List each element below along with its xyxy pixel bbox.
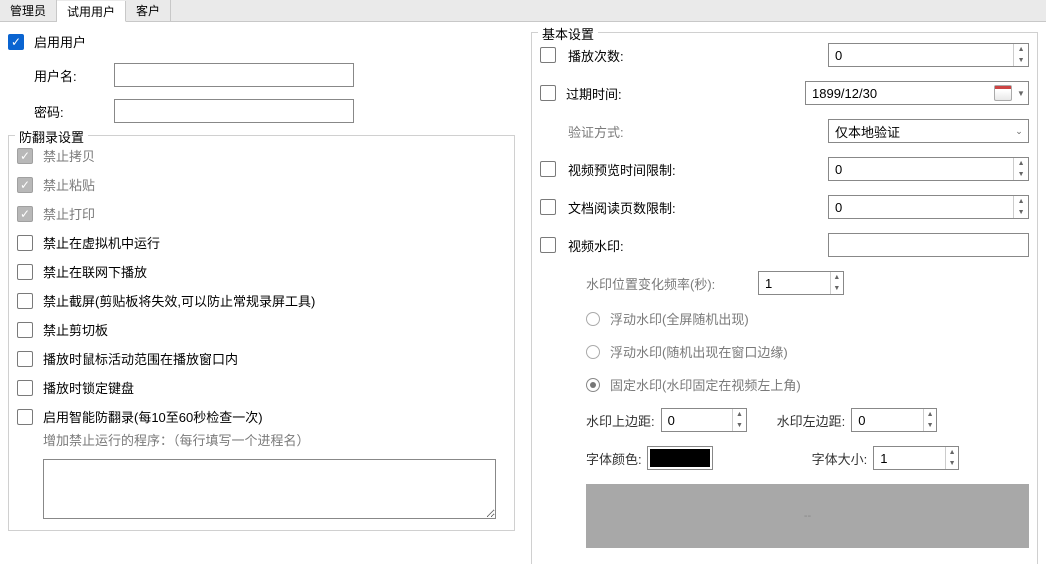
checkbox-enable-user[interactable] bbox=[8, 34, 24, 50]
down-arrow-icon[interactable]: ▼ bbox=[1014, 169, 1028, 180]
checkbox-no-net[interactable] bbox=[17, 264, 33, 280]
checkbox-no-screenshot[interactable] bbox=[17, 293, 33, 309]
input-play-count[interactable] bbox=[829, 44, 1013, 66]
label-no-clipboard: 禁止剪切板 bbox=[43, 320, 108, 339]
radio-float-edge[interactable] bbox=[586, 345, 600, 359]
checkbox-no-vm[interactable] bbox=[17, 235, 33, 251]
input-username[interactable] bbox=[114, 63, 354, 87]
select-verify-value: 仅本地验证 bbox=[835, 122, 900, 141]
label-video-wm: 视频水印: bbox=[568, 236, 828, 255]
fieldset-anti-record: 防翻录设置 禁止拷贝 禁止粘贴 禁止打印 禁止在虚拟机中运行 禁止在联网下播放 … bbox=[8, 135, 515, 531]
radio-fixed[interactable] bbox=[586, 378, 600, 392]
label-float-edge: 浮动水印(随机出现在窗口边缘) bbox=[610, 342, 788, 361]
checkbox-lock-keyboard[interactable] bbox=[17, 380, 33, 396]
color-swatch[interactable] bbox=[648, 447, 712, 469]
up-arrow-icon[interactable]: ▲ bbox=[1014, 196, 1028, 207]
up-arrow-icon[interactable]: ▲ bbox=[733, 409, 745, 420]
label-username: 用户名: bbox=[34, 66, 114, 85]
checkbox-mouse-bound[interactable] bbox=[17, 351, 33, 367]
label-font-color: 字体颜色: bbox=[586, 449, 642, 468]
tab-customer[interactable]: 客户 bbox=[126, 0, 171, 21]
down-arrow-icon[interactable]: ▼ bbox=[946, 458, 958, 469]
down-arrow-icon[interactable]: ▼ bbox=[831, 283, 843, 294]
radio-float-full[interactable] bbox=[586, 312, 600, 326]
label-mouse-bound: 播放时鼠标活动范围在播放窗口内 bbox=[43, 349, 238, 368]
label-preview-limit: 视频预览时间限制: bbox=[568, 160, 828, 179]
chevron-down-icon[interactable]: ▼ bbox=[1014, 89, 1028, 98]
input-doc-pages[interactable] bbox=[829, 196, 1013, 218]
left-panel: 启用用户 用户名: 密码: 防翻录设置 禁止拷贝 禁止粘贴 禁止打印 禁止在虚拟… bbox=[0, 22, 523, 564]
checkbox-no-print bbox=[17, 206, 33, 222]
select-verify[interactable]: 仅本地验证 ⌄ bbox=[828, 119, 1029, 143]
checkbox-smart-anti[interactable] bbox=[17, 409, 33, 425]
textarea-blocked-processes[interactable] bbox=[43, 459, 496, 519]
tab-trial[interactable]: 试用用户 bbox=[57, 1, 126, 22]
input-font-size[interactable] bbox=[874, 447, 945, 469]
input-wm-left[interactable] bbox=[852, 409, 923, 431]
label-wm-top: 水印上边距: bbox=[586, 411, 655, 430]
down-arrow-icon[interactable]: ▼ bbox=[1014, 55, 1028, 66]
right-panel: 基本设置 播放次数: ▲▼ 过期时间: bbox=[523, 22, 1046, 564]
checkbox-preview-limit[interactable] bbox=[540, 161, 556, 177]
spinner-wm-left[interactable]: ▲▼ bbox=[851, 408, 937, 432]
checkbox-no-copy bbox=[17, 148, 33, 164]
input-password[interactable] bbox=[114, 99, 354, 123]
label-enable-user: 启用用户 bbox=[34, 32, 86, 51]
label-verify: 验证方式: bbox=[568, 122, 828, 141]
label-add-proc-hint: 增加禁止运行的程序：（每行填写一个进程名） bbox=[43, 430, 310, 449]
label-float-full: 浮动水印(全屏随机出现) bbox=[610, 309, 749, 328]
label-wm-left: 水印左边距: bbox=[777, 411, 846, 430]
legend-anti-record: 防翻录设置 bbox=[15, 127, 88, 146]
label-doc-pages: 文档阅读页数限制: bbox=[568, 198, 828, 217]
label-no-print: 禁止打印 bbox=[43, 204, 95, 223]
label-no-copy: 禁止拷贝 bbox=[43, 146, 95, 165]
spinner-doc-pages[interactable]: ▲▼ bbox=[828, 195, 1029, 219]
checkbox-no-clipboard[interactable] bbox=[17, 322, 33, 338]
calendar-icon[interactable] bbox=[994, 85, 1012, 101]
input-preview-limit[interactable] bbox=[829, 158, 1013, 180]
label-font-size: 字体大小: bbox=[812, 449, 868, 468]
chevron-down-icon[interactable]: ⌄ bbox=[1010, 126, 1028, 137]
up-arrow-icon[interactable]: ▲ bbox=[924, 409, 936, 420]
label-smart-anti: 启用智能防翻录(每10至60秒检查一次) bbox=[43, 407, 263, 426]
checkbox-expire[interactable] bbox=[540, 85, 556, 101]
input-video-wm[interactable] bbox=[828, 233, 1029, 257]
checkbox-play-count[interactable] bbox=[540, 47, 556, 63]
label-password: 密码: bbox=[34, 102, 114, 121]
label-expire: 过期时间: bbox=[566, 84, 805, 103]
label-play-count: 播放次数: bbox=[568, 46, 828, 65]
tab-admin[interactable]: 管理员 bbox=[0, 0, 57, 21]
label-no-paste: 禁止粘贴 bbox=[43, 175, 95, 194]
spinner-preview-limit[interactable]: ▲▼ bbox=[828, 157, 1029, 181]
spinner-wm-top[interactable]: ▲▼ bbox=[661, 408, 747, 432]
down-arrow-icon[interactable]: ▼ bbox=[733, 420, 745, 431]
down-arrow-icon[interactable]: ▼ bbox=[924, 420, 936, 431]
checkbox-no-paste bbox=[17, 177, 33, 193]
label-fixed: 固定水印(水印固定在视频左上角) bbox=[610, 375, 801, 394]
spinner-wm-freq[interactable]: ▲▼ bbox=[758, 271, 844, 295]
label-no-vm: 禁止在虚拟机中运行 bbox=[43, 233, 160, 252]
input-wm-top[interactable] bbox=[662, 409, 733, 431]
checkbox-video-wm[interactable] bbox=[540, 237, 556, 253]
up-arrow-icon[interactable]: ▲ bbox=[946, 447, 958, 458]
label-no-net: 禁止在联网下播放 bbox=[43, 262, 147, 281]
input-expire[interactable] bbox=[806, 84, 994, 103]
label-no-screenshot: 禁止截屏(剪贴板将失效,可以防止常规录屏工具) bbox=[43, 291, 315, 310]
spinner-play-count[interactable]: ▲▼ bbox=[828, 43, 1029, 67]
datepicker-expire[interactable]: ▼ bbox=[805, 81, 1029, 105]
spinner-font-size[interactable]: ▲▼ bbox=[873, 446, 959, 470]
input-wm-freq[interactable] bbox=[759, 272, 830, 294]
up-arrow-icon[interactable]: ▲ bbox=[1014, 158, 1028, 169]
watermark-preview: -- bbox=[586, 484, 1029, 548]
legend-basic: 基本设置 bbox=[538, 24, 598, 43]
label-lock-keyboard: 播放时锁定键盘 bbox=[43, 378, 134, 397]
down-arrow-icon[interactable]: ▼ bbox=[1014, 207, 1028, 218]
checkbox-doc-pages[interactable] bbox=[540, 199, 556, 215]
tab-bar: 管理员 试用用户 客户 bbox=[0, 0, 1046, 22]
up-arrow-icon[interactable]: ▲ bbox=[831, 272, 843, 283]
fieldset-basic: 基本设置 播放次数: ▲▼ 过期时间: bbox=[531, 32, 1038, 564]
up-arrow-icon[interactable]: ▲ bbox=[1014, 44, 1028, 55]
label-wm-freq: 水印位置变化频率(秒): bbox=[558, 274, 758, 293]
